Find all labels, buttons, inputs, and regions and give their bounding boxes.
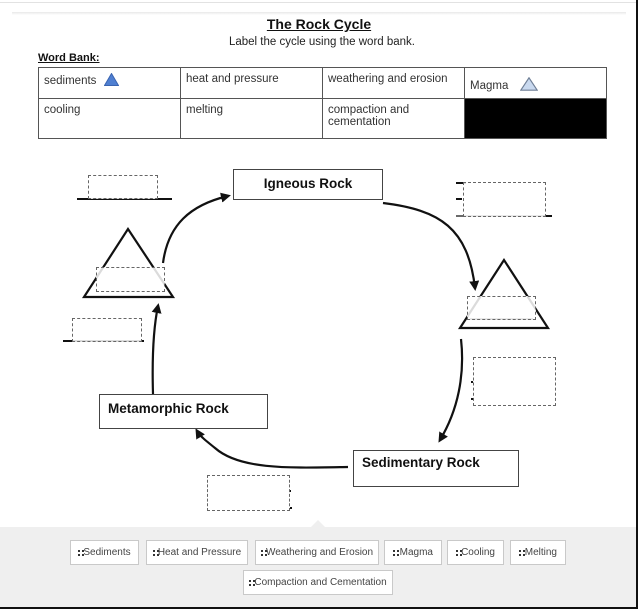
answer-chip-label: Weathering and Erosion [265, 547, 374, 558]
answer-chip-compaction-and-cementation[interactable]: Compaction and Cementation [243, 570, 393, 595]
answer-chip-label: Heat and Pressure [157, 547, 242, 558]
answer-chip-label: Magma [399, 547, 433, 558]
answer-chip-melting[interactable]: Melting [510, 540, 566, 565]
arrow-to-magma [151, 303, 162, 395]
arrow-to-igneous [161, 192, 231, 264]
metamorphic-rock-box: Metamorphic Rock [99, 394, 268, 429]
rock-cycle-diagram [63, 182, 552, 509]
answer-bank-pointer [311, 520, 325, 527]
drop-zone-top-left[interactable] [88, 175, 158, 199]
answer-chip-weathering-and-erosion[interactable]: Weathering and Erosion [255, 540, 379, 565]
grip-icon [519, 549, 525, 556]
igneous-rock-box: Igneous Rock [233, 169, 383, 200]
grip-icon [393, 549, 399, 556]
answer-chip-sediments[interactable]: Sediments [70, 540, 139, 565]
arrow-to-metamorphic [195, 428, 349, 469]
arrow-to-sedimentary [438, 338, 464, 443]
answer-chip-cooling[interactable]: Cooling [447, 540, 504, 565]
drop-zone-right-mid[interactable] [473, 357, 556, 406]
answer-chip-label: Sediments [83, 547, 131, 558]
answer-chip-label: Compaction and Cementation [254, 577, 387, 588]
drop-zone-top-right[interactable] [463, 182, 546, 217]
answer-chip-label: Cooling [461, 547, 495, 558]
sedimentary-rock-box: Sedimentary Rock [353, 450, 519, 487]
drop-zone-left-mid[interactable] [72, 318, 142, 342]
answer-chip-label: Melting [524, 547, 557, 558]
answer-bank [0, 527, 636, 607]
answer-chip-heat-and-pressure[interactable]: Heat and Pressure [146, 540, 248, 565]
drop-zone-left-triangle[interactable] [96, 267, 165, 292]
marker-dot [290, 507, 292, 509]
answer-chip-magma[interactable]: Magma [384, 540, 442, 565]
drop-zone-right-triangle[interactable] [467, 296, 536, 320]
drop-zone-bottom[interactable] [207, 475, 290, 511]
